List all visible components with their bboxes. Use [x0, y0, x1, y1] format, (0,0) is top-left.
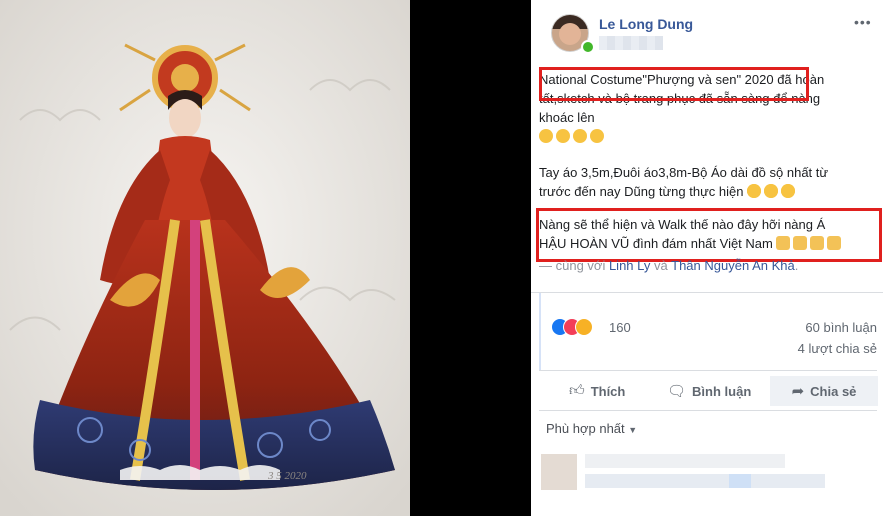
post-text-line-5-row: trước đến nay Dũng từng thực hiện	[539, 182, 879, 201]
divider	[531, 292, 883, 293]
highlight-accent-bar	[539, 293, 541, 371]
highlight-box-message	[536, 208, 882, 262]
comment-count[interactable]: 60 bình luận	[805, 320, 877, 335]
author-name[interactable]: Le Long Dung	[599, 16, 693, 32]
caret-down-icon: ▼	[628, 425, 638, 435]
care-reaction-icon	[575, 318, 593, 336]
comment-preview-blurred	[539, 446, 879, 516]
divider	[539, 370, 877, 371]
thumbs-up-icon: 👍︎	[569, 382, 585, 399]
share-count[interactable]: 4 lượt chia sẻ	[798, 341, 877, 356]
heart-eyes-emoji-icon	[781, 184, 796, 198]
post-text-line-4: Tay áo 3,5m,Đuôi áo3,8m-Bộ Áo dài đồ sộ …	[539, 165, 829, 180]
laughing-emoji-icon	[556, 129, 570, 143]
artist-signature: 3 5 2020	[268, 470, 307, 482]
reaction-count[interactable]: 160	[609, 320, 631, 335]
post-text-line-5: trước đến nay Dũng từng thực hiện	[539, 184, 744, 199]
comment-button[interactable]: 🗨︎ Bình luận	[667, 376, 751, 406]
tagged-people: — cùng với Linh Ly và Thân Nguyễn An Khả…	[539, 258, 799, 273]
post-panel: Le Long Dung ••• National Costume"Phượng…	[531, 0, 883, 516]
post-timestamp-blurred	[599, 36, 663, 50]
laughing-emoji-icon	[590, 129, 604, 143]
tagged-person-link[interactable]: Thân Nguyễn An Khả	[671, 258, 795, 273]
laughing-emoji-icon	[539, 129, 553, 143]
comment-bubble-icon: 🗨︎	[667, 383, 687, 400]
laughing-emoji-icon	[573, 129, 587, 143]
online-status-indicator	[581, 40, 595, 54]
tagged-person-link[interactable]: Linh Ly	[609, 258, 650, 273]
heart-eyes-emoji-icon	[747, 184, 762, 198]
more-options-icon[interactable]: •••	[854, 14, 872, 30]
post-text-line-3: khoác lên	[539, 110, 595, 125]
like-button[interactable]: 👍︎ Thích	[569, 376, 625, 406]
costume-illustration	[0, 0, 410, 516]
comment-sort-dropdown[interactable]: Phù hợp nhất ▼	[546, 421, 637, 436]
costume-sketch-image[interactable]: 3 5 2020	[0, 0, 410, 516]
highlight-box-title	[539, 67, 809, 101]
divider	[539, 410, 877, 411]
laughing-emoji-row	[539, 127, 879, 146]
heart-eyes-emoji-icon	[764, 184, 779, 198]
share-button[interactable]: ➦ Chia sẻ	[770, 376, 878, 406]
commenter-avatar	[541, 454, 577, 490]
share-arrow-icon: ➦	[791, 383, 805, 400]
